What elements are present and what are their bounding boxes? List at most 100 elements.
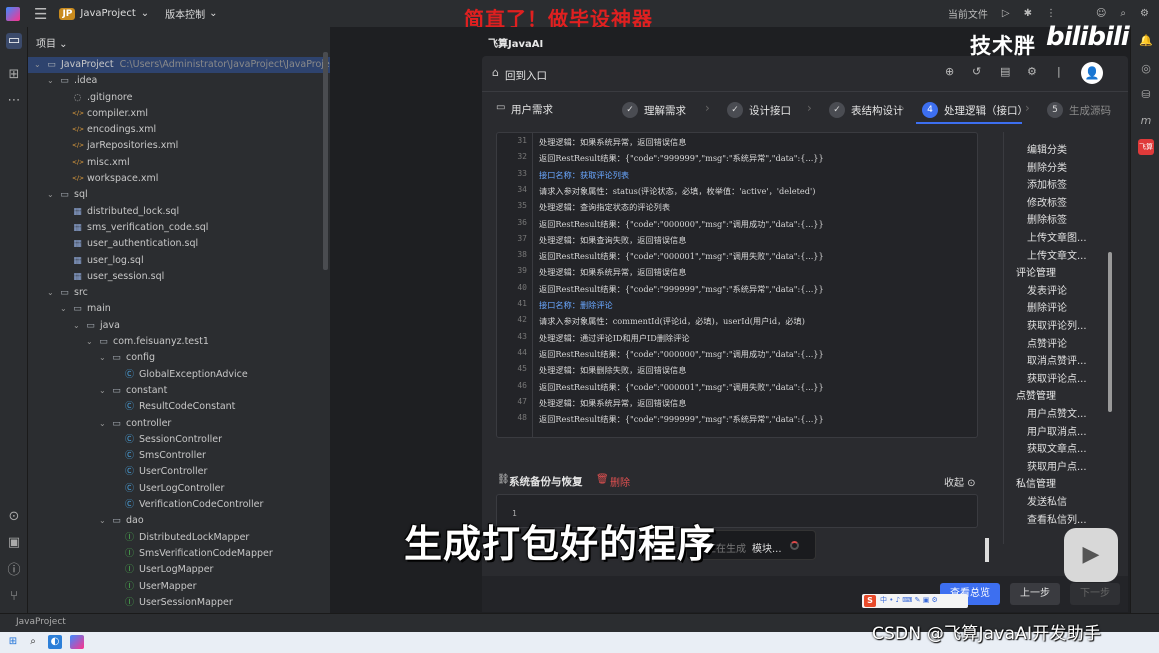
tree-item[interactable]: ⌄ ▭ controller [28, 416, 330, 432]
ai-assistant-icon[interactable]: ◎ [1138, 61, 1154, 77]
search-icon[interactable]: ⌕ [1120, 8, 1126, 19]
tree-item[interactable]: Ⓒ VerificationCodeController [28, 497, 330, 513]
next-step-button[interactable]: 下一步 [1070, 583, 1120, 605]
tree-item[interactable]: </> encodings.xml [28, 122, 330, 138]
chevron-down-icon[interactable]: ⌄ [86, 334, 93, 350]
tree-item[interactable]: Ⓘ UserSessionMapper [28, 595, 330, 611]
step-5[interactable]: 5 生成源码 [1047, 100, 1111, 120]
tree-item[interactable]: Ⓒ ResultCodeConstant [28, 399, 330, 415]
tree-item[interactable]: Ⓒ GlobalExceptionAdvice [28, 367, 330, 383]
category-scrollbar[interactable] [1108, 252, 1112, 412]
category-item[interactable]: 发送私信 [1027, 493, 1067, 508]
home-icon[interactable]: ⌂ [492, 66, 499, 79]
tree-item[interactable]: ▦ user_log.sql [28, 253, 330, 269]
search-icon[interactable]: ⌕ [26, 635, 40, 649]
tree-item[interactable]: Ⓒ SessionController [28, 432, 330, 448]
chevron-down-icon[interactable]: ⌄ [47, 187, 54, 203]
tree-item[interactable]: Ⓘ DistributedLockMapper [28, 530, 330, 546]
logic-editor[interactable]: 31 处理逻辑：如果系统异常，返回错误信息 32 返回RestResult结果：{"c… [496, 132, 978, 438]
feisuan-plugin-icon[interactable]: 飞算 [1138, 139, 1154, 155]
ime-tools-icon[interactable]: 中 • ♪ ⌨ ✎ ▣ ⚙ [880, 595, 938, 605]
delete-button[interactable]: 删除 [610, 474, 630, 489]
debug-icon[interactable]: ✱ [1024, 8, 1032, 19]
tree-item[interactable]: Ⓘ UserLogMapper [28, 562, 330, 578]
browser-icon[interactable]: ◐ [48, 635, 62, 649]
maven-icon[interactable]: m [1138, 113, 1154, 129]
settings-icon[interactable]: ⚙ [1027, 65, 1037, 78]
tree-item[interactable]: Ⓒ UserController [28, 464, 330, 480]
history-icon[interactable]: ↺ [972, 65, 981, 78]
category-item[interactable]: 上传文章图... [1027, 229, 1087, 244]
chevron-down-icon[interactable]: ⌄ [60, 301, 67, 317]
category-item[interactable]: 上传文章文... [1027, 247, 1087, 262]
category-item[interactable]: 获取评论列... [1027, 317, 1087, 332]
add-circle-icon[interactable]: ⊕ [945, 65, 954, 78]
category-group[interactable]: 私信管理 [1016, 475, 1056, 490]
category-group[interactable]: 点赞管理 [1016, 387, 1056, 402]
user-requirement-tab[interactable]: 用户需求 [511, 102, 553, 117]
category-item[interactable]: 取消点赞评... [1027, 352, 1087, 367]
step-4[interactable]: 4 处理逻辑（接口） [922, 100, 1028, 120]
category-item[interactable]: 获取评论点... [1027, 370, 1087, 385]
category-item[interactable]: 获取文章点... [1027, 440, 1087, 455]
project-panel-header[interactable]: 项目 ⌄ [36, 35, 68, 50]
category-item[interactable]: 获取用户点... [1027, 458, 1087, 473]
folder-icon[interactable]: ▭ [6, 33, 22, 49]
prev-step-button[interactable]: 上一步 [1010, 583, 1060, 605]
avatar[interactable]: 👤 [1081, 62, 1103, 84]
windows-start-icon[interactable]: ⊞ [6, 635, 20, 649]
category-item[interactable]: 修改标签 [1027, 194, 1067, 209]
tree-item[interactable]: ⌄ ▭ config [28, 350, 330, 366]
problems-icon[interactable]: ⓘ [6, 563, 22, 579]
category-group[interactable]: 评论管理 [1016, 264, 1056, 279]
chevron-down-icon[interactable]: ⌄ [99, 513, 106, 529]
bell-icon[interactable]: 🔔 [1138, 33, 1154, 49]
step-2[interactable]: ✓ 设计接口 [727, 100, 791, 120]
tree-item[interactable]: ▦ user_session.sql [28, 269, 330, 285]
run-icon[interactable]: ▷ [1002, 8, 1010, 19]
tree-item[interactable]: Ⓘ UserMapper [28, 579, 330, 595]
tree-item[interactable]: </> jarRepositories.xml [28, 138, 330, 154]
tree-item[interactable]: ⌄ ▭ java [28, 318, 330, 334]
chevron-down-icon[interactable]: ⌄ [99, 350, 106, 366]
tree-item[interactable]: ⌄ ▭ com.feisuanyz.test1 [28, 334, 330, 350]
video-play-icon[interactable]: ▶ [1064, 528, 1118, 582]
tree-item[interactable]: ▦ user_authentication.sql [28, 236, 330, 252]
tree-item[interactable]: ⌄ ▭ main [28, 301, 330, 317]
tree-item[interactable]: Ⓘ SmsVerificationCodeMapper [28, 546, 330, 562]
status-breadcrumb[interactable]: JavaProject [16, 617, 66, 627]
tree-item[interactable]: </> workspace.xml [28, 171, 330, 187]
collapse-button[interactable]: 收起 ⊙ [944, 474, 976, 489]
chevron-down-icon[interactable]: ⌄ [34, 57, 41, 73]
gear-icon[interactable]: ⚙ [1140, 8, 1149, 19]
category-item[interactable]: 删除分类 [1027, 159, 1067, 174]
back-to-entry-button[interactable]: 回到入口 [505, 68, 547, 83]
category-item[interactable]: 点赞评论 [1027, 335, 1067, 350]
chevron-down-icon[interactable]: ⌄ [99, 416, 106, 432]
step-3[interactable]: ✓ 表结构设计 [829, 100, 904, 120]
more-icon[interactable]: ⋮ [1046, 8, 1056, 19]
git-icon[interactable]: ⑂ [6, 589, 22, 605]
tree-item[interactable]: ⌄ ▭ src [28, 285, 330, 301]
tree-item[interactable]: ⌄ ▭ .idea [28, 73, 330, 89]
vcs-menu[interactable]: 版本控制 [165, 6, 205, 21]
trash-icon[interactable]: 🗑 [596, 474, 609, 485]
run-panel-icon[interactable]: ⊙ [6, 509, 22, 525]
project-switcher[interactable]: JP JavaProject ⌄ [59, 7, 149, 20]
category-item[interactable]: 查看私信列... [1027, 511, 1087, 526]
terminal-icon[interactable]: ▣ [6, 535, 22, 551]
step-1[interactable]: ✓ 理解需求 [622, 100, 686, 120]
structure-icon[interactable]: ⊞ [6, 67, 22, 83]
tree-item[interactable]: ⌄ ▭ sql [28, 187, 330, 203]
category-item[interactable]: 删除评论 [1027, 299, 1067, 314]
category-item[interactable]: 用户取消点... [1027, 423, 1087, 438]
database-icon[interactable]: ⛁ [1138, 87, 1154, 103]
tree-item[interactable]: ⌄ ▭ constant [28, 383, 330, 399]
tree-item[interactable]: ▦ sms_verification_code.sql [28, 220, 330, 236]
run-config-select[interactable]: 当前文件 [948, 6, 988, 21]
chevron-down-icon[interactable]: ⌄ [73, 318, 80, 334]
chevron-down-icon[interactable]: ⌄ [99, 383, 106, 399]
intellij-taskbar-icon[interactable] [70, 635, 84, 649]
project-scrollbar[interactable] [323, 52, 328, 270]
main-menu-icon[interactable]: ☰ [34, 5, 47, 23]
